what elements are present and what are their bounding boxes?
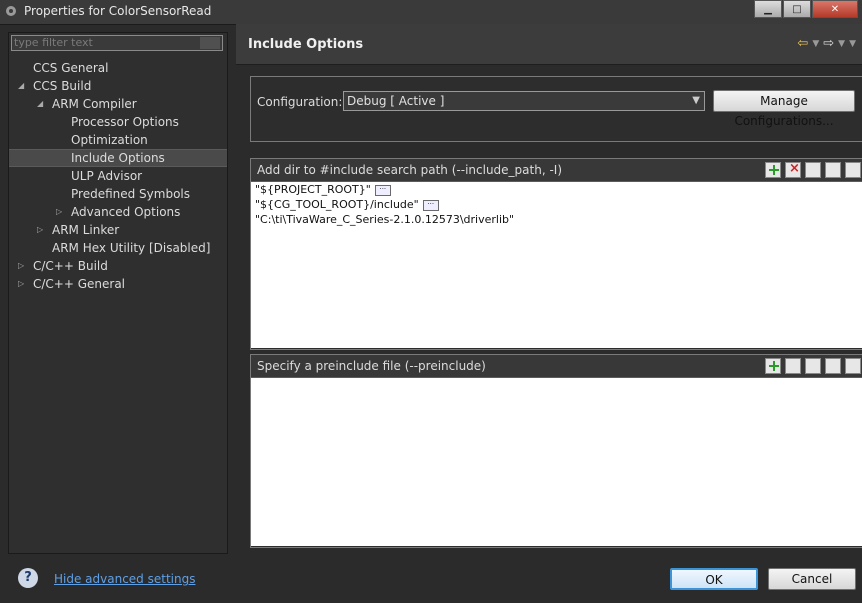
tree-item[interactable]: ▷ C/C++ General — [9, 275, 227, 293]
edit-icon[interactable] — [805, 162, 821, 178]
close-button[interactable]: ✕ — [812, 0, 858, 18]
tree-item-label: ARM Compiler — [52, 97, 137, 111]
view-menu-icon[interactable]: ▼ — [849, 39, 856, 49]
hide-advanced-settings-link[interactable]: Hide advanced settings — [54, 572, 195, 586]
tree-item-label: Optimization — [71, 133, 148, 147]
tree-item[interactable]: CCS General — [9, 59, 227, 77]
include-path-header: Add dir to #include search path (--inclu… — [251, 159, 862, 182]
back-dropdown-icon[interactable]: ▼ — [812, 39, 819, 49]
configuration-label: Configuration: — [257, 95, 343, 109]
add-icon[interactable] — [765, 358, 781, 374]
collapsed-arrow-icon[interactable]: ▷ — [56, 207, 66, 217]
expanded-arrow-icon[interactable]: ◢ — [37, 99, 47, 109]
list-item[interactable]: "${PROJECT_ROOT}" ··· — [251, 182, 862, 197]
list-item[interactable]: "C:\ti\TivaWare_C_Series-2.1.0.12573\dri… — [251, 212, 862, 227]
more-icon[interactable]: ··· — [422, 199, 439, 211]
forward-arrow-icon[interactable]: ⇨ — [823, 36, 834, 51]
preinclude-toolbar — [765, 358, 861, 374]
tree-item[interactable]: Processor Options — [9, 113, 227, 131]
list-item[interactable]: "${CG_TOOL_ROOT}/include" ··· — [251, 197, 862, 212]
preinclude-items[interactable] — [251, 378, 862, 546]
tree-item[interactable]: Predefined Symbols — [9, 185, 227, 203]
property-page: Include Options ⇦ ▼ ⇨ ▼ ▼ Configuration:… — [236, 24, 862, 552]
tree-item[interactable]: ▷ C/C++ Build — [9, 257, 227, 275]
configuration-value: Debug [ Active ] — [347, 94, 445, 108]
forward-dropdown-icon[interactable]: ▼ — [838, 39, 845, 49]
history-nav: ⇦ ▼ ⇨ ▼ ▼ — [797, 36, 856, 51]
add-icon[interactable] — [765, 162, 781, 178]
clear-filter-icon[interactable] — [200, 37, 220, 49]
preinclude-title: Specify a preinclude file (--preinclude) — [257, 359, 486, 373]
filter-placeholder: type filter text — [14, 36, 93, 49]
tree-item[interactable]: ▷ Advanced Options — [9, 203, 227, 221]
collapsed-arrow-icon[interactable]: ▷ — [18, 279, 28, 289]
chevron-down-icon: ▼ — [692, 95, 700, 106]
include-path-toolbar — [765, 161, 861, 178]
delete-icon[interactable] — [785, 358, 801, 374]
configuration-select[interactable]: Debug [ Active ] ▼ — [343, 91, 705, 111]
tree-item[interactable]: ULP Advisor — [9, 167, 227, 185]
tree-item[interactable]: ▷ ARM Linker — [9, 221, 227, 239]
gear-icon — [6, 6, 16, 16]
tree-item-label: ARM Hex Utility [Disabled] — [52, 241, 211, 255]
preinclude-list: Specify a preinclude file (--preinclude) — [250, 354, 862, 548]
tree-item-label: Predefined Symbols — [71, 187, 191, 201]
more-icon[interactable]: ··· — [374, 184, 391, 196]
page-header: Include Options ⇦ ▼ ⇨ ▼ ▼ — [236, 24, 862, 65]
minimize-button[interactable]: ▁ — [754, 0, 782, 18]
tree-item-label: CCS Build — [33, 79, 92, 93]
property-tree-pane: type filter text CCS General ◢ CCS Build ◢ A… — [8, 32, 228, 554]
include-path-text: "${CG_TOOL_ROOT}/include" — [255, 198, 419, 211]
edit-icon[interactable] — [805, 358, 821, 374]
tree-item-label: Processor Options — [71, 115, 179, 129]
tree-item-label: ARM Linker — [52, 223, 120, 237]
include-path-title: Add dir to #include search path (--inclu… — [257, 163, 563, 177]
tree-item-label: CCS General — [33, 61, 109, 75]
tree-item[interactable]: ARM Hex Utility [Disabled] — [9, 239, 227, 257]
filter-input[interactable]: type filter text — [11, 35, 223, 51]
move-up-icon[interactable] — [825, 162, 841, 178]
configuration-group: Configuration: Debug [ Active ] ▼ Manage… — [250, 76, 862, 142]
tree-item-label: Include Options — [71, 151, 165, 165]
include-path-text: "${PROJECT_ROOT}" — [255, 183, 371, 196]
tree-item-label: Advanced Options — [71, 205, 181, 219]
tree-item-label: ULP Advisor — [71, 169, 143, 183]
tree-item[interactable]: ◢ CCS Build — [9, 77, 227, 95]
help-icon[interactable]: ? — [18, 568, 38, 588]
window-controls: ▁ □ ✕ — [753, 0, 858, 18]
include-path-items: "${PROJECT_ROOT}" ··· "${CG_TOOL_ROOT}/inc… — [251, 182, 862, 348]
back-arrow-icon[interactable]: ⇦ — [797, 36, 808, 51]
manage-configurations-button[interactable]: Manage Configurations... — [713, 90, 855, 128]
window-title: Properties for ColorSensorRead — [24, 4, 212, 18]
page-title: Include Options — [248, 37, 364, 52]
title-bar: Properties for ColorSensorRead ▁ □ ✕ — [0, 0, 862, 25]
include-path-text: "C:\ti\TivaWare_C_Series-2.1.0.12573\dri… — [255, 213, 515, 226]
collapsed-arrow-icon[interactable]: ▷ — [37, 225, 47, 235]
move-down-icon[interactable] — [845, 162, 861, 178]
include-path-list: Add dir to #include search path (--inclu… — [250, 158, 862, 350]
tree-item-label: C/C++ General — [33, 277, 126, 291]
tree-item-label: C/C++ Build — [33, 259, 108, 273]
tree-item[interactable]: Optimization — [9, 131, 227, 149]
tree-item[interactable]: ◢ ARM Compiler — [9, 95, 227, 113]
move-up-icon[interactable] — [825, 358, 841, 374]
maximize-button[interactable]: □ — [783, 0, 811, 18]
expanded-arrow-icon[interactable]: ◢ — [18, 81, 28, 91]
preinclude-header: Specify a preinclude file (--preinclude) — [251, 355, 862, 378]
tree-item[interactable]: Include Options — [9, 149, 227, 167]
ok-button[interactable]: OK — [670, 568, 758, 590]
move-down-icon[interactable] — [845, 358, 861, 374]
dialog-footer: ? Hide advanced settings OK Cancel — [0, 556, 862, 603]
cancel-button[interactable]: Cancel — [768, 568, 856, 590]
property-tree: CCS General ◢ CCS Build ◢ ARM Compiler Proces… — [9, 59, 227, 293]
delete-icon[interactable] — [785, 161, 801, 178]
collapsed-arrow-icon[interactable]: ▷ — [18, 261, 28, 271]
